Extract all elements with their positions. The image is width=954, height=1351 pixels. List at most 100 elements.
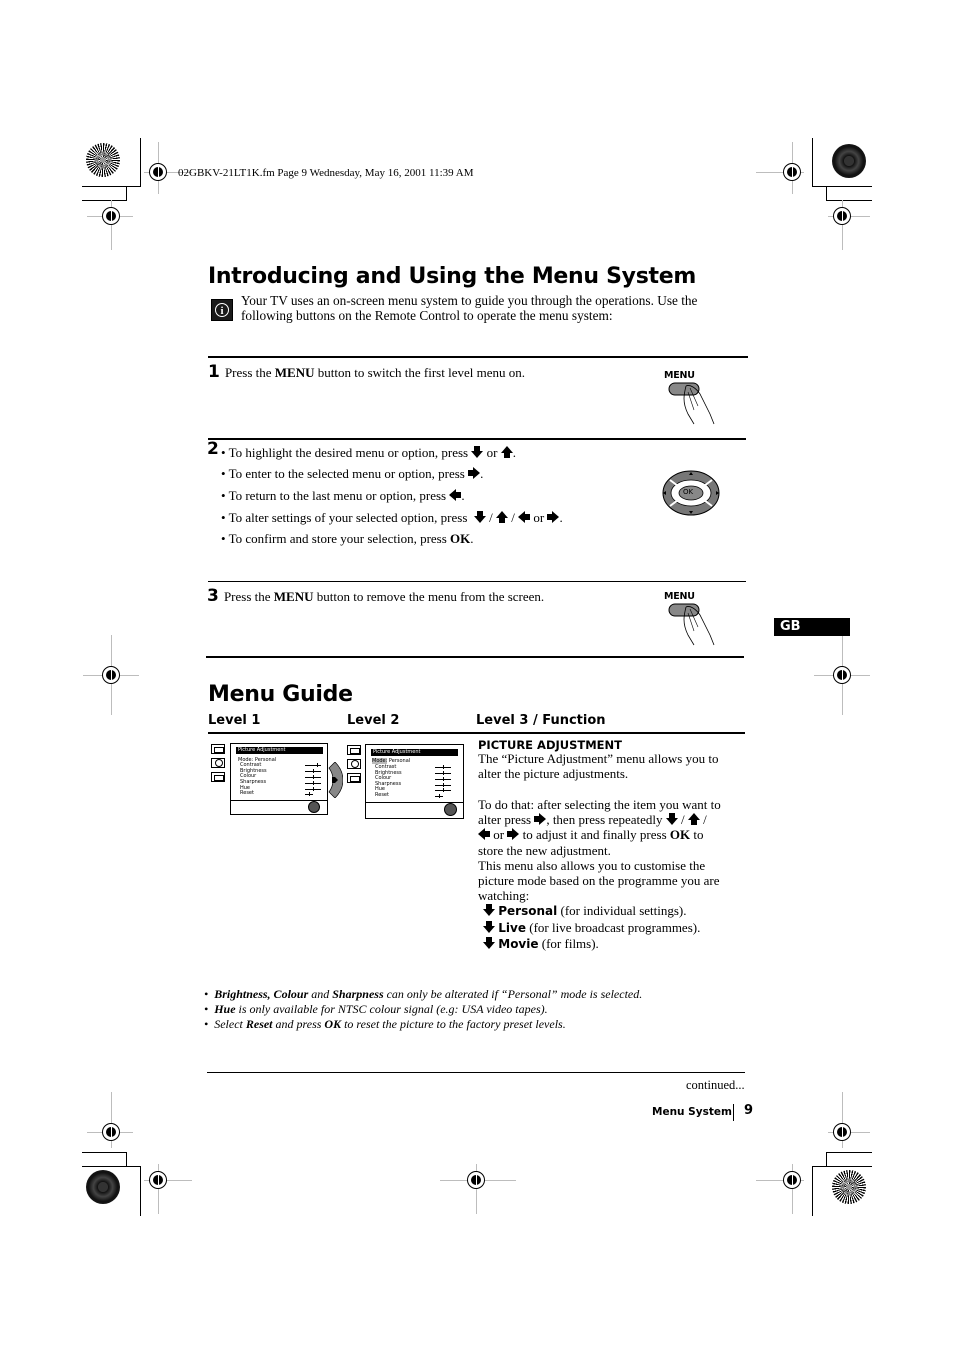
osd-navigation-icon (308, 801, 320, 813)
note-item: • Brightness, Colour and Sharpness can o… (204, 987, 643, 1001)
step-number: 3 (207, 586, 219, 606)
step-number: 2 (207, 439, 219, 459)
arrow-down-icon (471, 446, 484, 458)
arrow-right-icon (468, 467, 481, 479)
osd-screen: Picture Adjustment Mode: Personal Contra… (365, 744, 464, 819)
column-header-level-3: Level 3 / Function (476, 713, 606, 728)
osd-slider (435, 777, 451, 781)
crop-line (812, 1166, 813, 1216)
note-emphasis: OK (324, 1017, 342, 1031)
arrow-up-icon (500, 446, 513, 458)
note-text: to reset the picture to the factory pres… (341, 1017, 566, 1031)
column-header-level-2: Level 2 (347, 713, 400, 728)
settings-icon (211, 772, 225, 782)
osd-screen: Picture Adjustment Mode: Personal Contra… (230, 743, 328, 815)
osd-slider (305, 769, 321, 773)
crop-line (812, 1166, 872, 1167)
intro-paragraph: Your TV uses an on-screen menu system to… (241, 293, 697, 323)
step-number: 1 (208, 362, 220, 382)
directional-pad-icon: OK (662, 470, 720, 516)
step-3: 3 Press the MENU button to remove the me… (207, 586, 544, 606)
osd-slider (305, 781, 321, 785)
crop-line (812, 186, 872, 187)
step-2-bullet: • To confirm and store your selection, p… (221, 531, 474, 546)
page-number: 9 (744, 1103, 754, 1118)
hand-pressing-menu-button-icon: MENU (664, 370, 724, 430)
note-item: • Select Reset and press OK to reset the… (204, 1017, 566, 1031)
osd-item: Reset (240, 790, 254, 796)
mode-option: Live (for live broadcast programmes). (478, 920, 753, 936)
osd-slider (305, 763, 321, 767)
footer-section-name: Menu System (652, 1106, 732, 1118)
arrow-up-icon (496, 511, 509, 523)
osd-slider (305, 775, 321, 779)
intro-line: Your TV uses an on-screen menu system to… (241, 293, 698, 308)
crop-line (82, 186, 141, 187)
divider (208, 438, 746, 440)
note-emphasis: Reset (245, 1017, 273, 1031)
crop-line (826, 1152, 827, 1167)
osd-navigation-icon (444, 803, 457, 816)
osd-slider (435, 765, 451, 769)
timer-icon (347, 759, 361, 769)
settings-icon (347, 773, 361, 783)
arrow-right-icon (507, 828, 520, 841)
divider (208, 356, 748, 358)
footer-separator (733, 1104, 734, 1121)
crop-line (140, 1166, 141, 1216)
divider (208, 581, 746, 582)
intro-line: following buttons on the Remote Control … (241, 308, 613, 323)
osd-slider (305, 792, 313, 796)
arrow-up-icon (687, 813, 700, 826)
crop-line (812, 138, 813, 187)
step-text: Press the MENU button to remove the menu… (223, 589, 545, 604)
crop-line (826, 1152, 872, 1153)
osd-slider (435, 783, 451, 787)
divider (206, 656, 744, 658)
note-text: and (308, 987, 333, 1001)
arrow-left-icon (449, 489, 462, 501)
arrow-left-icon (518, 511, 531, 523)
continued-label: continued... (686, 1078, 745, 1092)
crop-line (140, 138, 141, 187)
page-title: Introducing and Using the Menu System (208, 264, 696, 289)
picture-icon (347, 745, 361, 755)
column-header-level-1: Level 1 (208, 713, 261, 728)
picture-icon (211, 744, 225, 754)
note-text: Select (214, 1017, 246, 1031)
ok-button-label: OK (683, 488, 694, 496)
arrow-right-icon (547, 511, 560, 523)
step-text: Press the MENU button to switch the firs… (224, 365, 525, 380)
step-2-bullet: • To alter settings of your selected opt… (221, 510, 563, 525)
note-text: can only be alterated if “Personal” mode… (383, 987, 643, 1001)
crop-line (82, 200, 127, 201)
function-heading: PICTURE ADJUSTMENT (478, 738, 623, 752)
arrow-down-icon (483, 936, 495, 949)
osd-slider (435, 788, 451, 792)
note-item: • Hue is only available for NTSC colour … (204, 1002, 548, 1016)
divider (208, 732, 745, 734)
crop-line (82, 1166, 141, 1167)
note-text: and press (272, 1017, 325, 1031)
step-2-bullet: • To highlight the desired menu or optio… (221, 445, 516, 460)
osd-slider (305, 787, 321, 791)
mode-option: Personal (for individual settings). (478, 903, 753, 919)
language-tab: GB (774, 618, 850, 636)
arrow-right-icon (328, 762, 343, 798)
step-1: 1 Press the MENU button to switch the fi… (208, 362, 525, 382)
step-2-bullet: • To return to the last menu or option, … (221, 488, 465, 503)
arrow-down-icon (483, 920, 495, 933)
mode-option: Movie (for films). (478, 936, 753, 952)
menu-guide-title: Menu Guide (208, 682, 353, 707)
notes-list: • Brightness, Colour and Sharpness can o… (204, 987, 642, 1032)
crop-line (126, 1152, 127, 1167)
osd-slider (435, 794, 443, 798)
osd-title: Picture Adjustment (236, 747, 323, 754)
arrow-down-icon (483, 904, 495, 917)
osd-slider (435, 771, 451, 775)
registration-starburst-icon (832, 1170, 866, 1204)
registration-disc-icon (86, 1170, 120, 1204)
crop-line (826, 200, 872, 201)
arrow-down-icon (665, 813, 678, 826)
function-description: The “Picture Adjustment” menu allows you… (478, 751, 753, 952)
